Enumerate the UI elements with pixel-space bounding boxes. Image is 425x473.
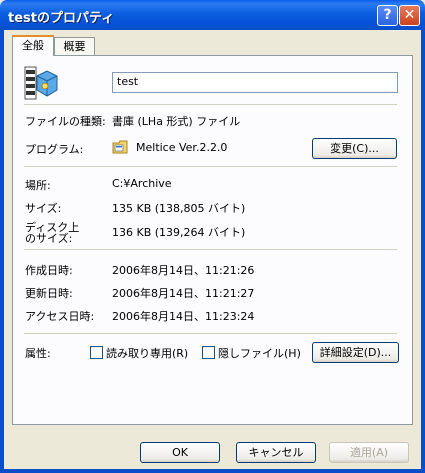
disk-size-label-line2: のサイズ: [25,232,73,245]
location-label: 場所: [25,179,51,192]
title-bar[interactable]: testのプロパティ ? ✕ [0,0,425,30]
program-value: Meltice Ver.2.2.0 [136,141,228,154]
separator [24,333,397,334]
separator [24,166,397,167]
readonly-checkbox[interactable] [90,346,103,359]
cancel-button[interactable]: キャンセル [236,442,316,463]
separator [24,249,397,250]
properties-dialog: testのプロパティ ? ✕ 全般 概要 test ファイルの種類: 書庫 (L… [0,0,425,473]
tab-general[interactable]: 全般 [12,35,54,56]
tab-summary[interactable]: 概要 [54,37,95,55]
window-frame-right [421,30,425,473]
location-value: C:¥Archive [112,177,172,190]
help-button[interactable]: ? [377,5,398,26]
hidden-checkbox[interactable] [202,346,215,359]
filename-input[interactable]: test [112,72,398,93]
attributes-label: 属性: [25,347,51,360]
file-type-label: ファイルの種類: [25,115,106,128]
readonly-label[interactable]: 読み取り専用(R) [106,345,188,361]
disk-size-label: ディスク上 のサイズ: [25,222,79,244]
created-label: 作成日時: [25,264,73,277]
close-button[interactable]: ✕ [399,5,420,26]
accessed-value: 2006年8月14日、11:23:24 [112,310,255,323]
disk-size-value: 136 KB (139,264 バイト) [112,226,246,239]
window-frame-bottom [0,469,425,473]
advanced-button[interactable]: 詳細設定(D)... [312,342,399,363]
accessed-label: アクセス日時: [25,310,95,323]
size-value: 135 KB (138,805 バイト) [112,202,246,215]
hidden-label[interactable]: 隠しファイル(H) [218,345,301,361]
created-value: 2006年8月14日、11:21:26 [112,264,255,277]
meltice-app-icon [112,140,128,154]
modified-value: 2006年8月14日、11:21:27 [112,287,255,300]
modified-label: 更新日時: [25,287,73,300]
program-label: プログラム: [25,143,84,156]
archive-file-icon [24,66,58,100]
file-type-value: 書庫 (LHa 形式) ファイル [112,115,241,128]
window-title: testのプロパティ [8,11,115,26]
window-frame-left [0,30,4,473]
apply-button[interactable]: 適用(A) [329,442,409,463]
ok-button[interactable]: OK [140,442,220,463]
change-program-button[interactable]: 変更(C)... [312,138,397,159]
size-label: サイズ: [25,202,62,215]
separator [24,104,397,105]
